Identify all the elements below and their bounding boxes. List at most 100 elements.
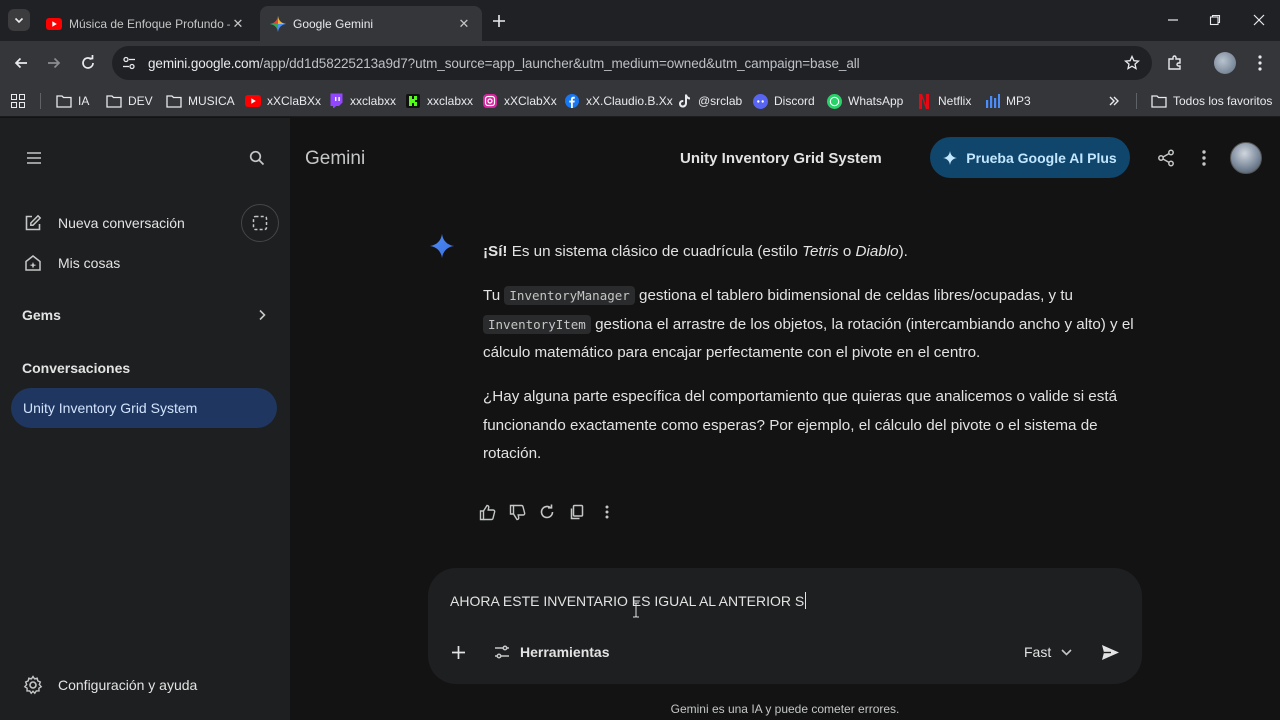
- folder-icon: [106, 93, 122, 109]
- thumbs-down-icon[interactable]: [505, 500, 529, 524]
- bookmark-folder-ia[interactable]: IA: [56, 92, 89, 110]
- browser-menu-button[interactable]: [1248, 51, 1272, 75]
- puzzle-icon: [1168, 55, 1181, 70]
- conversation-title-header[interactable]: Unity Inventory Grid System: [680, 150, 882, 167]
- hamburger-icon: [27, 152, 41, 164]
- gems-button[interactable]: Gems: [22, 307, 61, 323]
- copy-icon[interactable]: [565, 500, 589, 524]
- profile-button[interactable]: [1213, 51, 1237, 75]
- tools-label: Herramientas: [520, 644, 610, 660]
- main-panel: Gemini Unity Inventory Grid System Prueb…: [290, 118, 1280, 720]
- close-tab-icon[interactable]: ✕: [230, 16, 246, 32]
- bookmark-facebook[interactable]: xX.Claudio.B.Xx: [564, 92, 673, 110]
- search-button[interactable]: [245, 146, 269, 170]
- inline-code: InventoryManager: [504, 286, 635, 305]
- site-info-icon[interactable]: [121, 55, 137, 71]
- regenerate-icon[interactable]: [535, 500, 559, 524]
- conversation-item[interactable]: Unity Inventory Grid System: [11, 388, 277, 428]
- bookmarks-divider: [1136, 93, 1137, 109]
- close-window-button[interactable]: [1246, 8, 1272, 32]
- address-bar[interactable]: gemini.google.com/app/dd1d58225213a9d7?u…: [112, 46, 1152, 80]
- bookmark-discord[interactable]: Discord: [752, 92, 815, 110]
- temporary-chat-button[interactable]: [241, 204, 279, 242]
- chevron-right-icon[interactable]: [250, 303, 274, 327]
- reload-button[interactable]: [76, 51, 100, 75]
- more-vert-icon: [1202, 150, 1206, 166]
- new-chat-button[interactable]: Nueva conversación: [22, 212, 185, 234]
- response-actions: [475, 500, 625, 524]
- my-stuff-button[interactable]: Mis cosas: [22, 252, 120, 274]
- conversation-menu-button[interactable]: [1192, 146, 1216, 170]
- bookmark-kick[interactable]: xxclabxx: [405, 92, 473, 110]
- thumbs-up-icon[interactable]: [475, 500, 499, 524]
- forward-button[interactable]: [42, 51, 66, 75]
- bookmark-mp3[interactable]: MP3: [984, 92, 1031, 110]
- bookmark-label: MP3: [1006, 94, 1031, 108]
- bookmark-label: WhatsApp: [848, 94, 904, 108]
- bookmark-netflix[interactable]: Netflix: [916, 92, 971, 110]
- netflix-icon: [916, 93, 932, 109]
- bookmarks-divider: [40, 93, 41, 109]
- bookmark-label: @srclab: [698, 94, 743, 108]
- account-avatar[interactable]: [1230, 142, 1262, 174]
- arrow-right-icon: [48, 57, 61, 69]
- tab-gemini[interactable]: Google Gemini ✕: [260, 6, 482, 41]
- tab-title: Google Gemini: [293, 16, 374, 31]
- all-bookmarks-folder[interactable]: Todos los favoritos: [1151, 92, 1272, 110]
- reload-icon: [82, 55, 94, 69]
- bookmark-label: Netflix: [938, 94, 972, 108]
- sidebar: Nueva conversación Mis cosas Gems Conver…: [0, 118, 290, 720]
- bookmark-whatsapp[interactable]: WhatsApp: [826, 92, 903, 110]
- bookmark-instagram[interactable]: xXClabXx: [482, 92, 557, 110]
- add-files-button[interactable]: [446, 640, 470, 664]
- close-tab-icon[interactable]: ✕: [456, 16, 472, 32]
- discord-icon: [752, 93, 768, 109]
- sparkle-icon: [943, 150, 958, 165]
- bookmark-folder-dev[interactable]: DEV: [106, 92, 153, 110]
- conversations-heading: Conversaciones: [22, 360, 131, 376]
- gemini-logo[interactable]: Gemini: [305, 148, 365, 170]
- bookmark-label: Discord: [774, 94, 815, 108]
- main-menu-button[interactable]: [22, 146, 46, 170]
- minimize-button[interactable]: [1160, 8, 1186, 32]
- tab-title: Música de Enfoque Profundo –: [69, 16, 230, 31]
- bookmark-tiktok[interactable]: @srclab: [676, 92, 742, 110]
- upgrade-button[interactable]: Prueba Google AI Plus: [930, 137, 1130, 178]
- gems-label: Gems: [22, 307, 61, 323]
- restore-button[interactable]: [1202, 8, 1228, 32]
- search-icon: [249, 150, 265, 166]
- share-button[interactable]: [1154, 146, 1178, 170]
- whatsapp-icon: [826, 93, 842, 109]
- profile-avatar: [1214, 52, 1236, 74]
- text-caret: [805, 592, 807, 609]
- bookmark-label: MUSICA: [188, 94, 235, 108]
- more-bookmarks-button[interactable]: [1106, 92, 1128, 110]
- back-button[interactable]: [9, 51, 33, 75]
- new-tab-button[interactable]: [488, 10, 510, 32]
- tab-search-button[interactable]: [8, 9, 30, 31]
- folder-icon: [56, 93, 72, 109]
- conversation-title: Unity Inventory Grid System: [23, 400, 198, 416]
- more-vert-icon: [1258, 55, 1262, 71]
- url-text[interactable]: gemini.google.com/app/dd1d58225213a9d7?u…: [148, 56, 1122, 71]
- settings-help-button[interactable]: Configuración y ayuda: [22, 674, 197, 696]
- apps-grid-icon: [10, 93, 26, 109]
- prompt-input[interactable]: AHORA ESTE INVENTARIO ES IGUAL AL ANTERI…: [450, 592, 807, 609]
- bookmark-star-icon[interactable]: [1122, 53, 1142, 73]
- restore-icon: [1209, 14, 1221, 26]
- bookmark-youtube[interactable]: xXClaBXx: [245, 92, 321, 110]
- bookmark-label: xX.Claudio.B.Xx: [586, 94, 673, 108]
- apps-button[interactable]: [10, 92, 32, 110]
- bookmarks-bar: IA DEV MUSICA xXClaBXx xxclabxx xxclabxx…: [0, 85, 1280, 117]
- bookmark-twitch[interactable]: xxclabxx: [328, 92, 396, 110]
- upgrade-label: Prueba Google AI Plus: [966, 149, 1117, 166]
- bookmark-folder-musica[interactable]: MUSICA: [166, 92, 235, 110]
- tab-music[interactable]: Música de Enfoque Profundo – ✕: [36, 6, 256, 41]
- extensions-button[interactable]: [1163, 51, 1187, 75]
- send-button[interactable]: [1096, 638, 1124, 666]
- model-selector[interactable]: Fast: [1024, 640, 1072, 664]
- arrow-left-icon: [14, 57, 27, 69]
- browser-toolbar: gemini.google.com/app/dd1d58225213a9d7?u…: [0, 41, 1280, 85]
- tools-button[interactable]: Herramientas: [492, 640, 610, 664]
- more-vert-icon[interactable]: [595, 500, 619, 524]
